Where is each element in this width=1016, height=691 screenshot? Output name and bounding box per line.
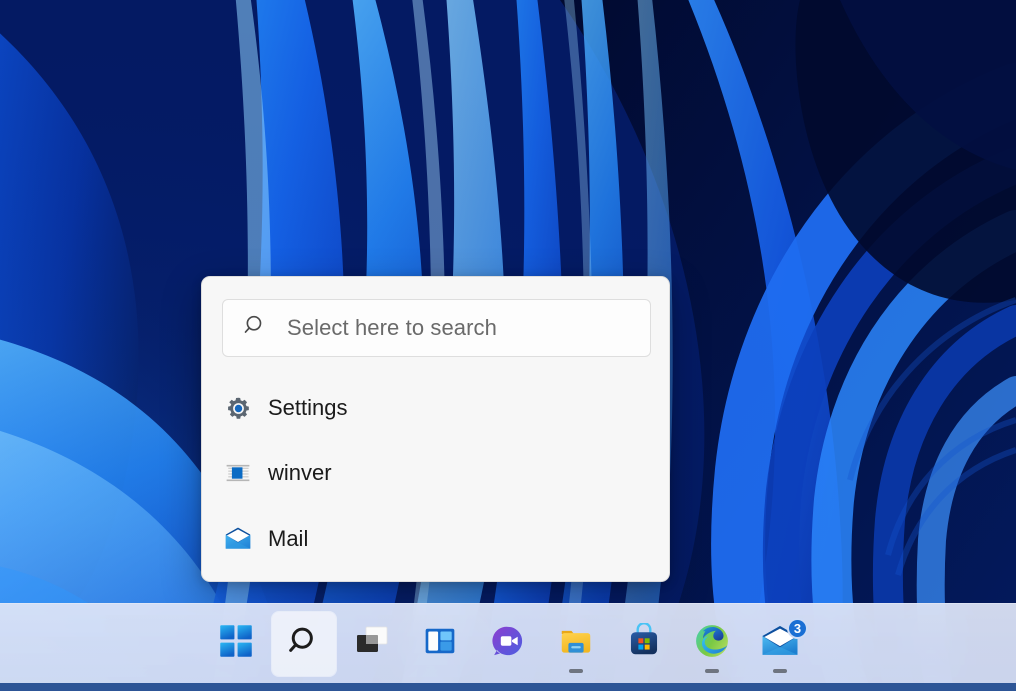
chat-teams-icon	[490, 623, 526, 664]
taskbar-running-indicator	[569, 669, 583, 673]
screen-bottom-strip	[0, 683, 1016, 691]
taskbar-item-chat[interactable]	[476, 612, 540, 676]
taskbar-item-file-explorer[interactable]	[544, 612, 608, 676]
store-bag-icon	[626, 623, 662, 664]
taskbar-item-edge[interactable]	[680, 612, 744, 676]
task-view-icon	[353, 622, 391, 665]
taskbar-running-indicator	[705, 669, 719, 673]
settings-gear-icon	[222, 392, 254, 424]
search-result-settings[interactable]: Settings	[222, 385, 651, 431]
mail-envelope-icon	[222, 523, 254, 555]
folder-icon	[557, 622, 595, 665]
search-flyout-panel: Select here to search Settings	[201, 276, 670, 582]
search-result-mail[interactable]: Mail	[222, 516, 651, 562]
taskbar-item-mail[interactable]: 3	[748, 612, 812, 676]
winver-window-icon	[222, 457, 254, 489]
mail-unread-badge: 3	[787, 618, 808, 639]
taskbar-item-start[interactable]	[204, 612, 268, 676]
search-result-label: Settings	[268, 397, 348, 419]
search-result-label: winver	[268, 462, 332, 484]
search-input-placeholder: Select here to search	[287, 317, 497, 339]
taskbar-item-widgets[interactable]	[408, 612, 472, 676]
search-result-winver[interactable]: winver	[222, 450, 651, 496]
edge-icon	[693, 622, 731, 665]
search-icon	[287, 624, 321, 663]
search-icon	[243, 313, 268, 343]
taskbar-item-search[interactable]	[272, 612, 336, 676]
taskbar-item-store[interactable]	[612, 612, 676, 676]
taskbar-item-task-view[interactable]	[340, 612, 404, 676]
search-result-label: Mail	[268, 528, 308, 550]
taskbar: 3	[0, 603, 1016, 683]
taskbar-running-indicator	[773, 669, 787, 673]
widgets-icon	[423, 624, 457, 663]
windows-logo-icon	[218, 623, 254, 664]
search-input-box[interactable]: Select here to search	[222, 299, 651, 357]
desktop-screen: Select here to search Settings	[0, 0, 1016, 691]
